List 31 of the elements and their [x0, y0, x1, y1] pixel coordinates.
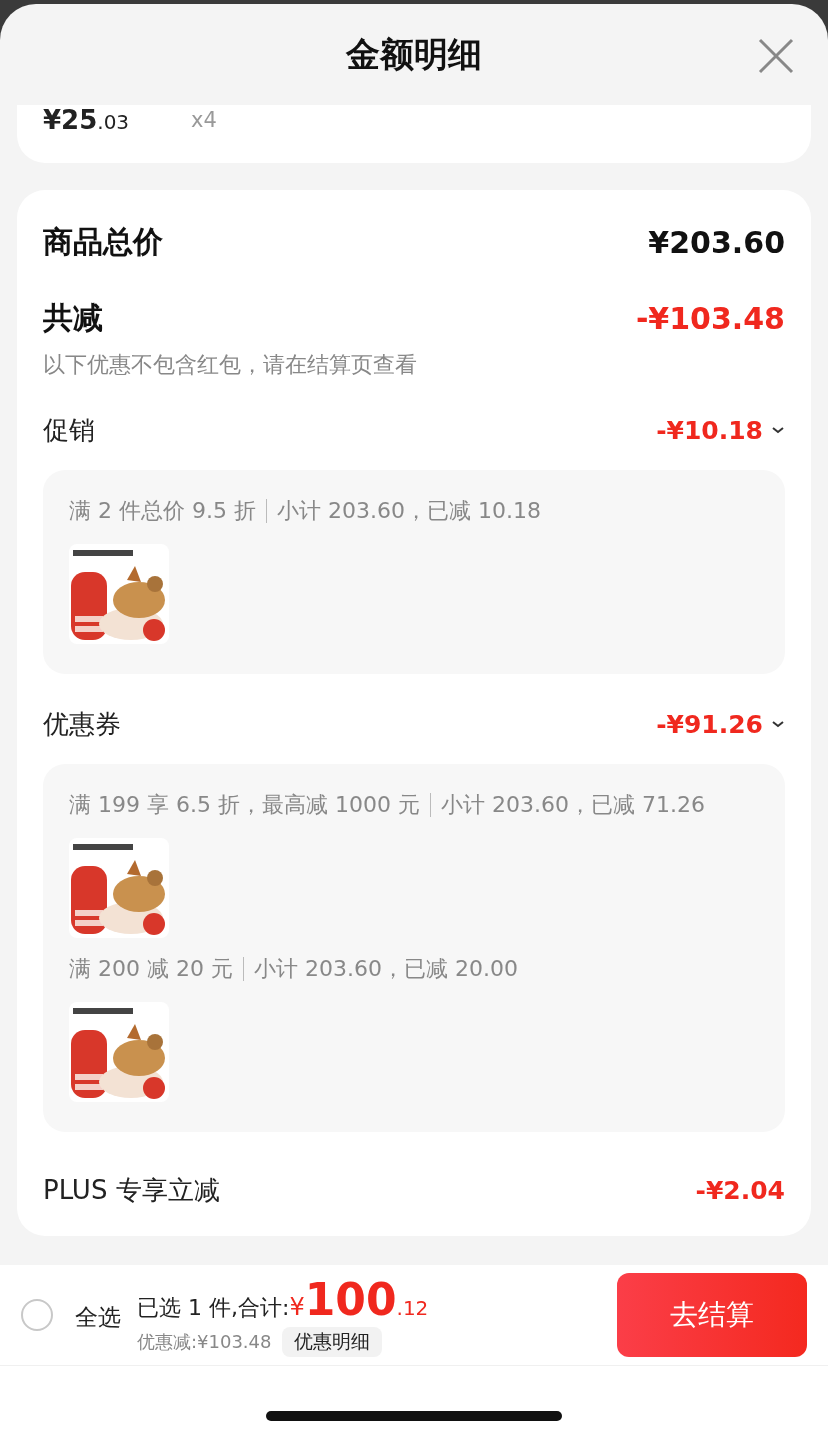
- close-icon: [758, 38, 794, 74]
- rule-condition: 满 199 享 6.5 折，最高减 1000 元: [69, 791, 420, 819]
- section-label: 优惠券: [43, 707, 121, 741]
- discount-text: 优惠减:¥103.48: [137, 1329, 272, 1354]
- chevron-icon[interactable]: [771, 425, 785, 435]
- plus-label: PLUS 专享立减: [43, 1173, 220, 1207]
- item-price: ¥25.03: [43, 105, 130, 137]
- reduce-label: 共减: [43, 298, 103, 337]
- plus-amount: -¥2.04: [695, 1175, 785, 1205]
- detail-button[interactable]: 优惠明细: [281, 1326, 382, 1357]
- section-amount: -¥91.26: [656, 709, 763, 739]
- discount-note: 以下优惠不包含红包，请在结算页查看: [43, 351, 418, 379]
- rule-subtotal: 小计 203.60，已减 10.18: [276, 497, 541, 525]
- total-value: ¥203.60: [648, 224, 785, 260]
- rule-subtotal: 小计 203.60，已减 20.00: [253, 955, 518, 983]
- close-button[interactable]: [758, 38, 794, 74]
- total-price: ¥100.12: [289, 1273, 429, 1325]
- rule-condition: 满 2 件总价 9.5 折: [69, 497, 256, 525]
- item-quantity: x4: [191, 107, 217, 134]
- chevron-icon[interactable]: [771, 719, 785, 729]
- rule-condition: 满 200 减 20 元: [69, 955, 233, 983]
- select-all-checkbox[interactable]: [21, 1299, 53, 1331]
- reduce-value: -¥103.48: [635, 300, 785, 336]
- select-all-label: 全选: [75, 1302, 121, 1332]
- total-label: 商品总价: [43, 222, 163, 261]
- sheet-title: 金额明细: [346, 32, 482, 76]
- section-label: 促销: [43, 413, 95, 447]
- checkout-button[interactable]: 去结算: [617, 1273, 807, 1357]
- rule-subtotal: 小计 203.60，已减 71.26: [440, 791, 705, 819]
- selected-summary: 已选 1 件,合计:: [137, 1293, 290, 1322]
- section-amount: -¥10.18: [656, 415, 763, 445]
